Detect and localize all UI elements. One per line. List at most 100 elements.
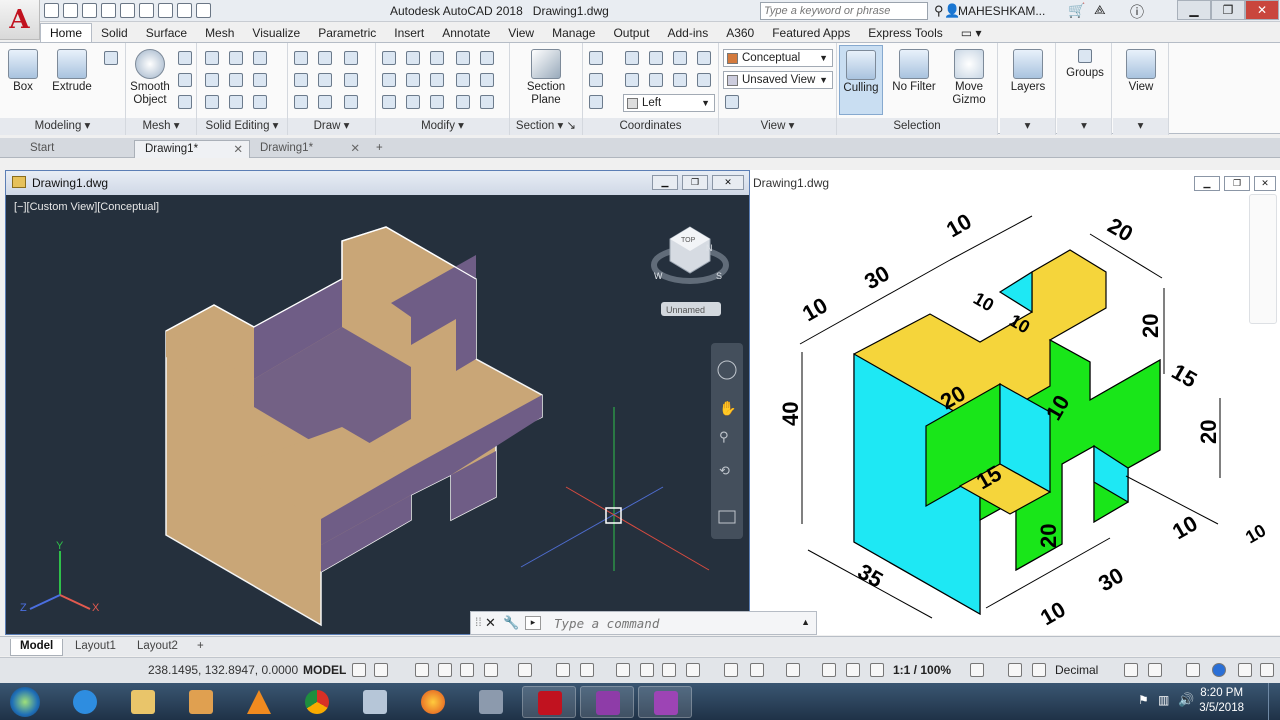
model-viewport-3d[interactable]: Drawing1.dwg ▁ ❐ ✕ [−][Custom View][Conc…	[5, 170, 750, 635]
arc-icon[interactable]	[344, 51, 358, 65]
trim-icon[interactable]	[382, 51, 396, 65]
fillet-icon[interactable]	[382, 73, 396, 87]
isolate-objects-icon[interactable]	[1032, 663, 1046, 677]
tab-layout2[interactable]: Layout2	[128, 639, 187, 656]
taskbar-tool[interactable]	[464, 686, 518, 718]
print-icon[interactable]	[120, 3, 135, 18]
mesh-panel-label[interactable]: Mesh ▾	[126, 118, 196, 135]
tab-express-tools[interactable]: Express Tools	[859, 24, 951, 42]
tab-layout1[interactable]: Layout1	[66, 639, 125, 656]
drawing-tab-2[interactable]: Drawing1* ✕	[250, 140, 366, 158]
ucs-x-icon[interactable]	[649, 51, 663, 65]
restore-button[interactable]: ❐	[1211, 0, 1245, 20]
draw-panel-label[interactable]: Draw ▾	[288, 118, 375, 135]
spline-icon[interactable]	[294, 73, 308, 87]
action-center-icon[interactable]: ⚑	[1138, 693, 1149, 707]
tab-output[interactable]: Output	[604, 24, 658, 42]
infer-constraints-icon[interactable]	[415, 663, 429, 677]
ucs-y-icon[interactable]	[649, 73, 663, 87]
view-expand[interactable]: ▾	[1113, 118, 1168, 135]
annotation-scale-icon[interactable]	[870, 663, 884, 677]
lineweight-icon[interactable]	[616, 663, 630, 677]
taskbar-recorder-1[interactable]	[580, 686, 634, 718]
quick-properties-icon[interactable]	[1124, 663, 1138, 677]
tab-parametric[interactable]: Parametric	[309, 24, 385, 42]
tab-view[interactable]: View	[499, 24, 543, 42]
taskbar-explorer[interactable]	[116, 686, 170, 718]
units-dropdown[interactable]: Decimal	[1055, 663, 1098, 677]
polygon-icon[interactable]	[294, 95, 308, 109]
workspace-gear-icon[interactable]	[970, 663, 984, 677]
tab-surface[interactable]: Surface	[137, 24, 196, 42]
coordinates-panel-label[interactable]: Coordinates	[583, 118, 718, 135]
slice-icon[interactable]	[229, 51, 243, 65]
mesh-tool-icon-1[interactable]	[178, 51, 192, 65]
close-button[interactable]: ✕	[1245, 0, 1279, 20]
orbit-icon[interactable]: ⟲	[719, 464, 730, 479]
subtract-icon[interactable]	[205, 73, 219, 87]
clean-screen-icon[interactable]	[1238, 663, 1252, 677]
help-icon[interactable]: ⓘ	[1130, 2, 1144, 22]
taskbar-recorder-2[interactable]	[638, 686, 692, 718]
separate-icon[interactable]	[253, 95, 267, 109]
box-button[interactable]: Box	[6, 49, 40, 94]
solid-editing-panel-label[interactable]: Solid Editing ▾	[197, 118, 287, 135]
tab-model[interactable]: Model	[10, 639, 64, 656]
modify-panel-label[interactable]: Modify ▾	[376, 118, 509, 135]
object-snap-icon[interactable]	[580, 663, 594, 677]
save-icon[interactable]	[82, 3, 97, 18]
zoom-icon[interactable]: ⚲	[719, 430, 729, 445]
tab-home[interactable]: Home	[40, 23, 93, 42]
tab-annotate[interactable]: Annotate	[433, 24, 499, 42]
offset-icon[interactable]	[430, 73, 444, 87]
presspull-icon[interactable]	[104, 51, 118, 65]
smooth-object-button[interactable]: Smooth Object	[128, 49, 172, 107]
intersect-icon[interactable]	[205, 95, 219, 109]
align-icon[interactable]	[480, 51, 494, 65]
ucs-view-icon[interactable]	[625, 73, 639, 87]
taskbar-ie[interactable]	[58, 686, 112, 718]
visual-style-dropdown[interactable]: Conceptual ▼	[723, 49, 833, 67]
erase-icon[interactable]	[406, 95, 420, 109]
command-line[interactable]: ⁞⁞ ✕ 🔧 ▸ Type a command ▲	[470, 611, 817, 635]
annotation-scale-value[interactable]: 1:1 / 100%	[893, 663, 951, 677]
viewport-close-button[interactable]: ✕	[712, 175, 744, 190]
new-tab-button[interactable]: +	[370, 140, 394, 158]
ucs-3point-icon[interactable]	[697, 51, 711, 65]
minimize-button[interactable]: ▁	[1177, 0, 1211, 20]
move-gizmo-button[interactable]: Move Gizmo	[945, 49, 993, 107]
viewport-config-icon[interactable]	[725, 95, 739, 109]
close-command-icon[interactable]: ✕	[485, 615, 496, 631]
ucs-object-icon[interactable]	[697, 73, 711, 87]
stretch-icon[interactable]	[430, 95, 444, 109]
ucs-icon[interactable]	[589, 51, 603, 65]
close-tab-icon[interactable]: ✕	[233, 142, 243, 156]
polar-tracking-icon[interactable]	[484, 663, 498, 677]
extrude-button[interactable]: Extrude	[50, 49, 94, 94]
web-mobile-icon[interactable]	[139, 3, 154, 18]
tab-add-ins[interactable]: Add-ins	[659, 24, 718, 42]
fillet-edge-icon[interactable]	[480, 73, 494, 87]
view-button[interactable]: View	[1121, 49, 1161, 94]
annotation-monitor-icon[interactable]	[1008, 663, 1022, 677]
redo-icon[interactable]	[177, 3, 192, 18]
ref-close-button[interactable]: ✕	[1254, 176, 1276, 191]
taskbar-vlc[interactable]	[232, 686, 286, 718]
open-file-icon[interactable]	[63, 3, 78, 18]
ribbon-toggle-button[interactable]: ▭ ▾	[952, 24, 991, 42]
taskbar-media[interactable]	[174, 686, 228, 718]
tab-visualize[interactable]: Visualize	[243, 24, 309, 42]
ucs-view-dropdown[interactable]: Left ▼	[623, 94, 715, 112]
ucs-origin-icon[interactable]	[673, 51, 687, 65]
3d-polyline-icon[interactable]	[318, 73, 332, 87]
ucs-z-axis-icon[interactable]	[673, 73, 687, 87]
mesh-tool-icon-2[interactable]	[178, 73, 192, 87]
user-account-name[interactable]: MAHESHKAM...	[958, 4, 1045, 18]
groups-button[interactable]: Groups	[1063, 49, 1107, 80]
section-plane-button[interactable]: Section Plane	[520, 49, 572, 107]
3d-osnap-icon[interactable]	[686, 663, 700, 677]
layers-expand[interactable]: ▾	[1000, 118, 1055, 135]
object-snap-tracking-icon[interactable]	[556, 663, 570, 677]
rectangle-icon[interactable]	[318, 95, 332, 109]
ellipse-icon[interactable]	[344, 95, 358, 109]
